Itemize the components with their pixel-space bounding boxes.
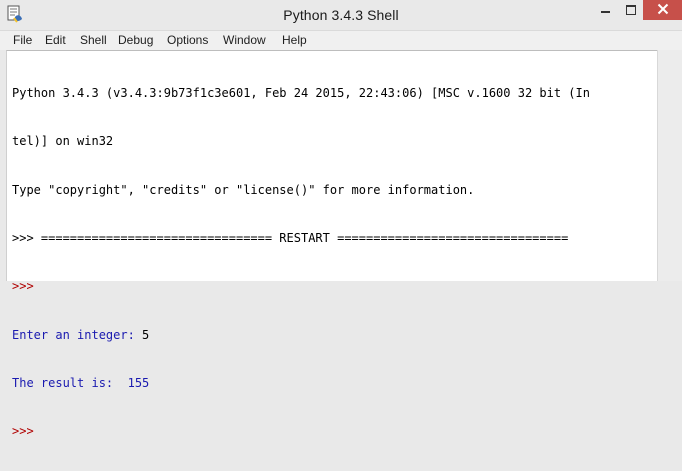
menu-debug[interactable]: Debug bbox=[118, 33, 153, 47]
maximize-icon bbox=[626, 5, 636, 15]
banner-line-2: tel)] on win32 bbox=[12, 134, 114, 149]
menu-options[interactable]: Options bbox=[167, 33, 208, 47]
close-icon bbox=[657, 3, 669, 15]
menu-help[interactable]: Help bbox=[282, 33, 307, 47]
shell-output: Python 3.4.3 (v3.4.3:9b73f1c3e601, Feb 2… bbox=[12, 53, 657, 471]
title-bar[interactable]: Python 3.4.3 Shell bbox=[0, 0, 682, 30]
menu-bar: File Edit Shell Debug Options Window Hel… bbox=[0, 30, 682, 50]
banner-line-1: Python 3.4.3 (v3.4.3:9b73f1c3e601, Feb 2… bbox=[12, 86, 590, 101]
window-title: Python 3.4.3 Shell bbox=[283, 7, 399, 23]
minimize-button[interactable] bbox=[592, 0, 618, 20]
idle-shell-window: Python 3.4.3 Shell File Edit Shell Debug… bbox=[0, 0, 682, 438]
shell-prompt-current[interactable]: >>> bbox=[12, 423, 657, 439]
restart-line: >>> ================================ RES… bbox=[12, 231, 569, 246]
input-line: Enter an integer: 5 bbox=[12, 327, 657, 343]
minimize-icon bbox=[601, 11, 610, 13]
vertical-scrollbar[interactable] bbox=[657, 50, 682, 281]
menu-edit[interactable]: Edit bbox=[45, 33, 66, 47]
input-prompt-text: Enter an integer: bbox=[12, 327, 143, 342]
menu-shell[interactable]: Shell bbox=[80, 33, 107, 47]
result-line: The result is: 155 bbox=[12, 375, 150, 390]
close-button[interactable] bbox=[643, 0, 682, 20]
menu-file[interactable]: File bbox=[13, 33, 32, 47]
input-value: 5 bbox=[142, 327, 150, 342]
banner-line-3: Type "copyright", "credits" or "license(… bbox=[12, 182, 475, 197]
menu-window[interactable]: Window bbox=[223, 33, 266, 47]
maximize-button[interactable] bbox=[618, 0, 643, 20]
